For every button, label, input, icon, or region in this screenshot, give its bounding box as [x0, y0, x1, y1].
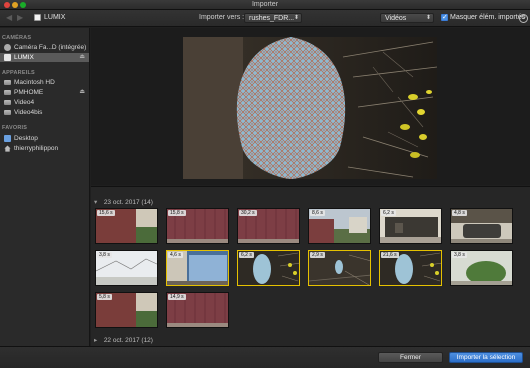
- settings-gear-icon[interactable]: ⚙: [519, 14, 528, 23]
- clip-duration-badge: 30,2 s: [239, 210, 257, 216]
- camera-icon: [4, 44, 11, 51]
- disclosure-triangle-icon[interactable]: ▸: [94, 336, 102, 344]
- clip-duration-badge: 21,6 s: [381, 252, 399, 258]
- desktop-icon: [4, 135, 11, 142]
- sidebar-item-desktop[interactable]: Desktop: [0, 134, 89, 143]
- clip-duration-badge: 4,6 s: [168, 252, 183, 258]
- import-to-label: Importer vers :: [199, 14, 245, 21]
- clip-thumbnail[interactable]: 4,8 s: [450, 208, 513, 244]
- clip-thumbnail[interactable]: 4,6 s: [166, 250, 229, 286]
- sidebar-item-macintosh-hd[interactable]: Macintosh HD: [0, 78, 89, 87]
- popup-arrows-icon: ⬍: [293, 15, 299, 21]
- close-button[interactable]: Fermer: [378, 352, 443, 363]
- clip-thumbnail[interactable]: 8,6 s: [308, 208, 371, 244]
- clip-duration-badge: 14,9 s: [168, 294, 186, 300]
- forward-arrow-icon[interactable]: ▶: [17, 13, 23, 22]
- clip-thumbnail[interactable]: 15,6 s: [95, 208, 158, 244]
- bottom-bar: Fermer Importer la sélection: [0, 346, 530, 368]
- date-group-header[interactable]: ▸ 22 oct. 2017 (12): [94, 336, 153, 344]
- toolbar: ◀ ▶ LUMIX Importer vers : rushes_FDR... …: [0, 10, 530, 27]
- clip-duration-badge: 6,2 s: [239, 252, 254, 258]
- sidebar-item-lumix[interactable]: LUMIX ⏏: [0, 53, 89, 62]
- clip-thumbnail[interactable]: 15,8 s: [166, 208, 229, 244]
- eject-icon[interactable]: ⏏: [79, 53, 85, 60]
- destination-value: rushes_FDR...: [249, 15, 295, 22]
- date-group-header[interactable]: ▾ 23 oct. 2017 (14): [94, 198, 153, 206]
- title-bar: Importer: [0, 0, 530, 10]
- disclosure-triangle-icon[interactable]: ▾: [94, 198, 102, 206]
- camera-select-checkbox[interactable]: [34, 14, 41, 21]
- cameras-header: CAMÉRAS: [2, 35, 32, 41]
- favorites-header: FAVORIS: [2, 125, 28, 131]
- clip-duration-badge: 8,6 s: [310, 210, 325, 216]
- destination-popup[interactable]: rushes_FDR... ⬍: [244, 13, 302, 23]
- clip-duration-badge: 15,8 s: [168, 210, 186, 216]
- media-filter-value: Vidéos: [385, 15, 407, 22]
- clip-browser: ▾ 23 oct. 2017 (14) 15,6 s 15,8 s 30,2 s 8,…: [91, 186, 530, 346]
- eject-icon[interactable]: ⏏: [79, 88, 85, 95]
- media-filter-popup[interactable]: Vidéos ⬍: [380, 13, 434, 23]
- camera-name-label: LUMIX: [44, 14, 66, 21]
- clip-thumbnail[interactable]: 2,9 s: [308, 250, 371, 286]
- clip-thumbnail[interactable]: 3,8 s: [450, 250, 513, 286]
- hard-drive-icon: [4, 100, 11, 105]
- sidebar-item-home[interactable]: thierryphilippon: [0, 144, 89, 153]
- clip-thumbnail[interactable]: 14,9 s: [166, 292, 229, 328]
- video-preview[interactable]: [183, 37, 437, 179]
- sidebar-item-video4bis[interactable]: Video4bis: [0, 108, 89, 117]
- preview-image: [183, 37, 437, 179]
- popup-arrows-icon: ⬍: [425, 15, 431, 21]
- sd-card-icon: [4, 54, 11, 61]
- clip-duration-badge: 6,2 s: [381, 210, 396, 216]
- hard-drive-icon: [4, 90, 11, 95]
- clip-duration-badge: 2,9 s: [310, 252, 325, 258]
- clip-thumbnail[interactable]: 30,2 s: [237, 208, 300, 244]
- sidebar-item-pmhome[interactable]: PMHOME ⏏: [0, 88, 89, 97]
- clip-thumbnail[interactable]: 6,2 s: [379, 208, 442, 244]
- clip-duration-badge: 4,8 s: [452, 210, 467, 216]
- devices-header: APPAREILS: [2, 70, 35, 76]
- import-selection-button[interactable]: Importer la sélection: [449, 352, 523, 363]
- hide-imported-checkbox[interactable]: [441, 13, 448, 21]
- clip-thumbnail[interactable]: 5,8 s: [95, 292, 158, 328]
- sidebar: CAMÉRAS Caméra Fa...D (intégrée) LUMIX ⏏…: [0, 28, 90, 346]
- back-arrow-icon[interactable]: ◀: [6, 13, 12, 22]
- clip-duration-badge: 3,8 s: [452, 252, 467, 258]
- sidebar-item-builtin-camera[interactable]: Caméra Fa...D (intégrée): [0, 43, 89, 52]
- clip-duration-badge: 3,8 s: [97, 252, 112, 258]
- home-icon: [4, 145, 11, 152]
- clip-thumbnail[interactable]: 3,8 s: [95, 250, 158, 286]
- window-title: Importer: [251, 1, 279, 8]
- clip-thumbnail[interactable]: 21,6 s: [379, 250, 442, 286]
- clip-thumbnail[interactable]: 6,2 s: [237, 250, 300, 286]
- sidebar-item-video4[interactable]: Video4: [0, 98, 89, 107]
- hard-drive-icon: [4, 110, 11, 115]
- clip-duration-badge: 15,6 s: [97, 210, 115, 216]
- hard-drive-icon: [4, 80, 11, 85]
- clip-duration-badge: 5,8 s: [97, 294, 112, 300]
- hide-imported-label: Masquer élém. importés: [450, 14, 526, 21]
